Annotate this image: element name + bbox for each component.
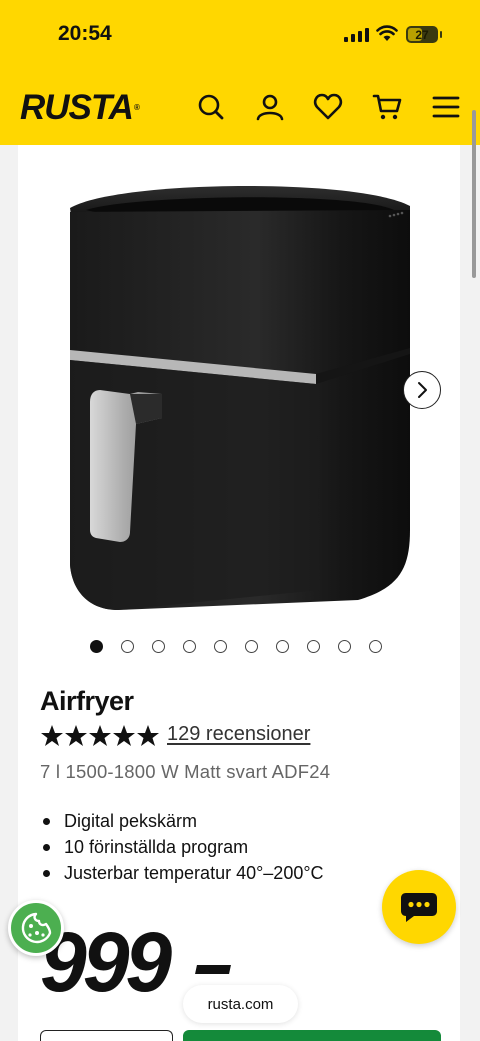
cookie-icon [21, 912, 52, 944]
chat-button[interactable] [382, 870, 456, 944]
gallery-dot[interactable] [369, 640, 382, 653]
product-subtitle: 7 l 1500-1800 W Matt svart ADF24 [40, 761, 331, 782]
gallery-dot[interactable] [152, 640, 165, 653]
feature-item: Justerbar temperatur 40°–200°C [40, 860, 324, 886]
site-header: 20:54 27 RUSTA® [0, 0, 480, 145]
battery-level: 27 [415, 27, 429, 42]
browser-url-pill[interactable]: rusta.com [183, 985, 298, 1023]
chevron-right-icon [418, 382, 427, 398]
gallery-dot[interactable] [183, 640, 196, 653]
rusta-logo[interactable]: RUSTA® [20, 88, 140, 128]
feature-list: Digital pekskärm 10 förinställda program… [40, 808, 324, 886]
gallery-dot[interactable] [276, 640, 289, 653]
battery-icon: 27 [406, 26, 442, 43]
logo-text: RUSTA [20, 88, 134, 127]
cart-icon[interactable] [372, 92, 402, 122]
gallery-dot[interactable] [214, 640, 227, 653]
chat-bubble-icon [401, 893, 437, 922]
star-icons [41, 725, 159, 746]
wifi-icon [376, 25, 398, 41]
menu-icon[interactable] [431, 92, 461, 122]
gallery-dot[interactable] [245, 640, 258, 653]
heart-icon[interactable] [313, 92, 343, 122]
reviews-link[interactable]: 129 recensioner [167, 723, 310, 746]
gallery-next-button[interactable] [403, 371, 441, 409]
add-to-cart-button[interactable] [183, 1030, 441, 1041]
rating-stars [40, 724, 160, 748]
gallery-pagination [90, 640, 382, 653]
cellular-signal-icon [344, 28, 369, 42]
search-icon[interactable] [196, 92, 226, 122]
price-dash [195, 965, 231, 974]
feature-item: 10 förinställda program [40, 834, 324, 860]
gallery-dot[interactable] [307, 640, 320, 653]
gallery-dot[interactable] [121, 640, 134, 653]
gallery-dot[interactable] [90, 640, 103, 653]
status-bar: 20:54 27 [0, 0, 480, 72]
page-scrollbar[interactable] [472, 110, 476, 278]
status-time: 20:54 [58, 22, 112, 45]
feature-item: Digital pekskärm [40, 808, 324, 834]
product-title: Airfryer [40, 686, 134, 716]
account-icon[interactable] [255, 92, 285, 122]
secondary-action-button[interactable] [40, 1030, 173, 1041]
product-image[interactable] [58, 170, 430, 620]
cookie-settings-button[interactable] [8, 900, 64, 956]
gallery-dot[interactable] [338, 640, 351, 653]
